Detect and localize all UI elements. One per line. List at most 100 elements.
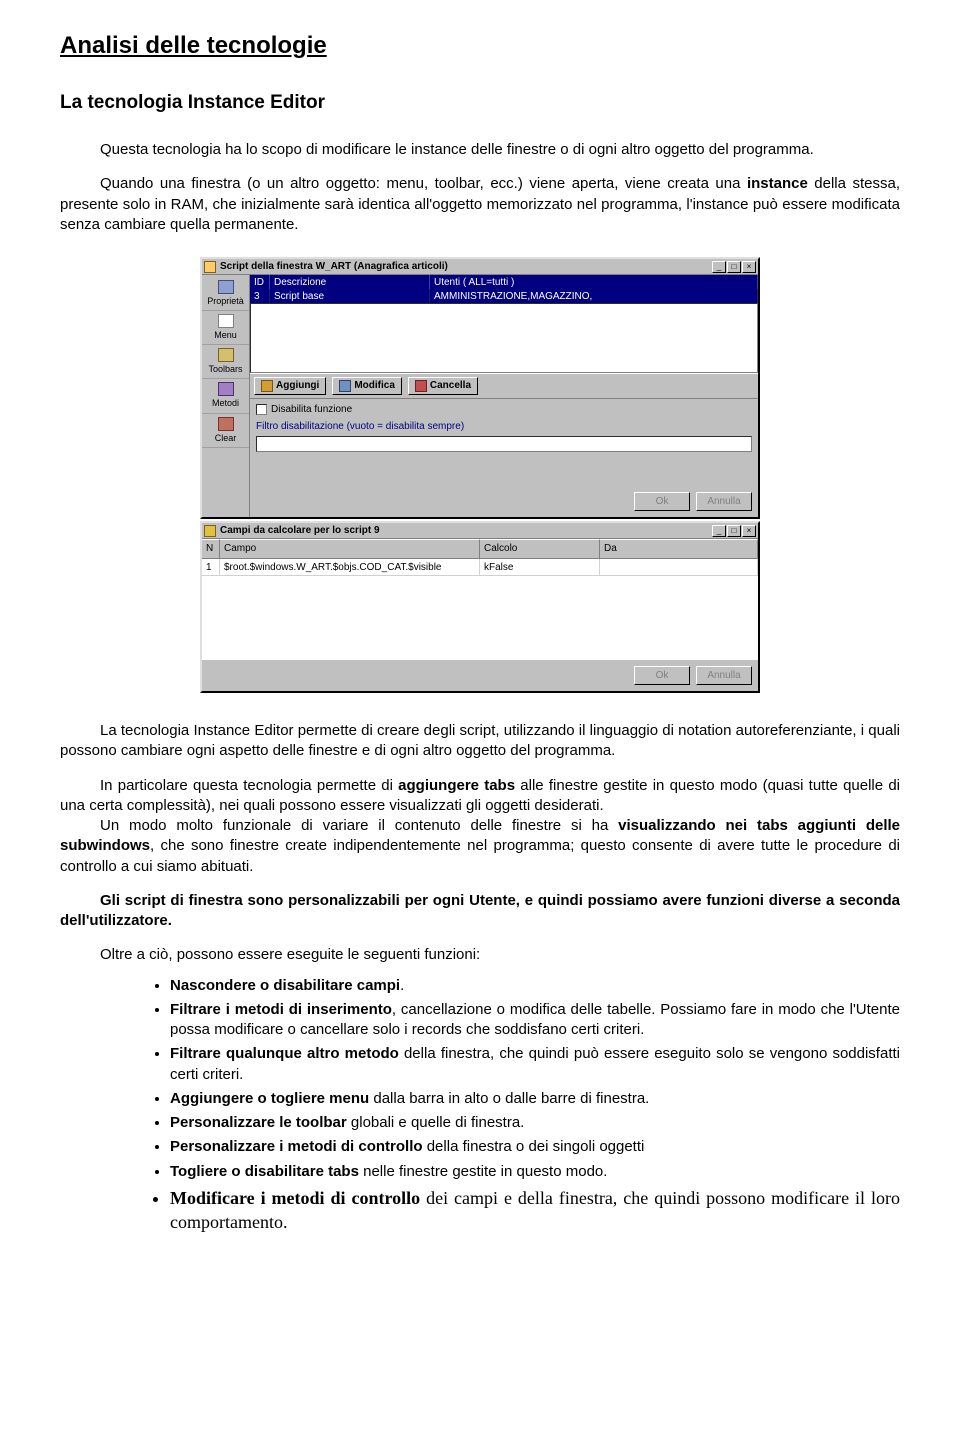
- properties-icon: [218, 280, 234, 294]
- li-rest: della finestra o dei singoli oggetti: [423, 1138, 645, 1155]
- cell-da: [600, 559, 758, 575]
- cell-n: 1: [202, 559, 220, 575]
- sidebar-item-methods[interactable]: Metodi: [202, 379, 249, 413]
- close-button[interactable]: ×: [742, 261, 756, 273]
- add-button[interactable]: Aggiungi: [254, 377, 326, 395]
- sidebar-label: Clear: [215, 432, 237, 444]
- p2-b: instance: [747, 175, 808, 192]
- bullet-list: Nascondere o disabilitare campi. Filtrar…: [170, 976, 900, 1235]
- li-strong: Togliere o disabilitare tabs: [170, 1163, 359, 1180]
- minimize-button[interactable]: _: [712, 261, 726, 273]
- ok-button[interactable]: Ok: [634, 492, 690, 512]
- disable-label: Disabilita funzione: [271, 403, 352, 417]
- disable-checkbox[interactable]: [256, 404, 267, 415]
- window-icon: [204, 525, 216, 537]
- sidebar-label: Toolbars: [208, 363, 242, 375]
- clear-icon: [218, 417, 234, 431]
- li-strong: Nascondere o disabilitare campi: [170, 977, 400, 994]
- window-title-1: Script della finestra W_ART (Anagrafica …: [220, 260, 712, 274]
- sidebar-label: Metodi: [212, 397, 239, 409]
- list-item: Personalizzare i metodi di controllo del…: [170, 1137, 900, 1157]
- sidebar-item-clear[interactable]: Clear: [202, 414, 249, 448]
- sidebar-item-toolbars[interactable]: Toolbars: [202, 345, 249, 379]
- col-campo: Campo: [220, 539, 480, 558]
- main-pane: ID Descrizione Utenti ( ALL=tutti ) 3 Sc…: [250, 275, 758, 517]
- paragraph-1: Questa tecnologia ha lo scopo di modific…: [60, 140, 900, 160]
- filter-input[interactable]: [256, 436, 752, 452]
- cell-calcolo: kFalse: [480, 559, 600, 575]
- li-strong: Filtrare qualunque altro metodo: [170, 1045, 399, 1062]
- paragraph-2: Quando una finestra (o un altro oggetto:…: [60, 174, 900, 235]
- li-strong: Modificare i metodi di controllo: [170, 1188, 420, 1208]
- delete-label: Cancella: [430, 379, 471, 393]
- cell-campo: $root.$windows.W_ART.$objs.COD_CAT.$visi…: [220, 559, 480, 575]
- list-item: Togliere o disabilitare tabs nelle fines…: [170, 1162, 900, 1182]
- paragraph-5: Un modo molto funzionale di variare il c…: [60, 816, 900, 877]
- sidebar-item-properties[interactable]: Proprietà: [202, 277, 249, 311]
- minimize-button[interactable]: _: [712, 525, 726, 537]
- p6-bold: Gli script di finestra sono personalizza…: [60, 892, 900, 929]
- grid-row[interactable]: 3 Script base AMMINISTRAZIONE,MAGAZZINO,: [250, 289, 758, 303]
- edit-icon: [339, 380, 351, 392]
- list-item-last: Modificare i metodi di controllo dei cam…: [170, 1186, 900, 1235]
- paragraph-6: Gli script di finestra sono personalizza…: [60, 891, 900, 932]
- sidebar-label: Proprietà: [207, 295, 244, 307]
- grid-body[interactable]: [250, 303, 758, 373]
- list-item: Aggiungere o togliere menu dalla barra i…: [170, 1089, 900, 1109]
- grid2-body[interactable]: [202, 575, 758, 660]
- edit-label: Modifica: [354, 379, 395, 393]
- p5-a: Un modo molto funzionale di variare il c…: [100, 817, 618, 834]
- paragraph-4: In particolare questa tecnologia permett…: [60, 776, 900, 817]
- window-fields-calc: Campi da calcolare per lo script 9 _ □ ×…: [200, 521, 760, 693]
- li-strong: Personalizzare i metodi di controllo: [170, 1138, 423, 1155]
- li-rest: .: [400, 977, 404, 994]
- sidebar: Proprietà Menu Toolbars Metodi Clear: [202, 275, 250, 517]
- grid-header: ID Descrizione Utenti ( ALL=tutti ): [250, 275, 758, 289]
- close-button[interactable]: ×: [742, 525, 756, 537]
- col-n: N: [202, 539, 220, 558]
- cell-users: AMMINISTRAZIONE,MAGAZZINO,: [430, 289, 758, 303]
- delete-button[interactable]: Cancella: [408, 377, 478, 395]
- p2-a: Quando una finestra (o un altro oggetto:…: [100, 175, 747, 192]
- edit-button[interactable]: Modifica: [332, 377, 402, 395]
- toolbars-icon: [218, 348, 234, 362]
- p4-a: In particolare questa tecnologia permett…: [100, 777, 398, 794]
- grid2-header: N Campo Calcolo Da: [202, 539, 758, 559]
- li-strong: Aggiungere o togliere menu: [170, 1090, 369, 1107]
- li-rest: globali e quelle di finestra.: [347, 1114, 525, 1131]
- sidebar-item-menu[interactable]: Menu: [202, 311, 249, 345]
- p4-b: aggiungere tabs: [398, 777, 515, 794]
- col-desc: Descrizione: [270, 275, 430, 289]
- col-id: ID: [250, 275, 270, 289]
- col-da: Da: [600, 539, 758, 558]
- list-item: Personalizzare le toolbar globali e quel…: [170, 1113, 900, 1133]
- filter-label: Filtro disabilitazione (vuoto = disabili…: [256, 420, 752, 434]
- maximize-button[interactable]: □: [727, 525, 741, 537]
- add-icon: [261, 380, 273, 392]
- page-title: Analisi delle tecnologie: [60, 30, 900, 62]
- grid2-row[interactable]: 1 $root.$windows.W_ART.$objs.COD_CAT.$vi…: [202, 559, 758, 575]
- li-strong: Filtrare i metodi di inserimento: [170, 1001, 392, 1018]
- list-item: Filtrare i metodi di inserimento, cancel…: [170, 1000, 900, 1041]
- window-icon: [204, 261, 216, 273]
- titlebar-2: Campi da calcolare per lo script 9 _ □ ×: [202, 523, 758, 539]
- li-rest: nelle finestre gestite in questo modo.: [359, 1163, 607, 1180]
- paragraph-3: La tecnologia Instance Editor permette d…: [60, 721, 900, 762]
- sidebar-label: Menu: [214, 329, 237, 341]
- ok-button-2[interactable]: Ok: [634, 666, 690, 686]
- delete-icon: [415, 380, 427, 392]
- maximize-button[interactable]: □: [727, 261, 741, 273]
- list-item: Filtrare qualunque altro metodo della fi…: [170, 1044, 900, 1085]
- col-calcolo: Calcolo: [480, 539, 600, 558]
- add-label: Aggiungi: [276, 379, 319, 393]
- list-item: Nascondere o disabilitare campi.: [170, 976, 900, 996]
- titlebar-1: Script della finestra W_ART (Anagrafica …: [202, 259, 758, 275]
- toolbar: Aggiungi Modifica Cancella: [250, 373, 758, 399]
- menu-icon: [218, 314, 234, 328]
- cancel-button[interactable]: Annulla: [696, 492, 752, 512]
- cancel-button-2[interactable]: Annulla: [696, 666, 752, 686]
- form-area: Disabilita funzione Filtro disabilitazio…: [250, 399, 758, 456]
- li-rest: dalla barra in alto o dalle barre di fin…: [369, 1090, 649, 1107]
- window-title-2: Campi da calcolare per lo script 9: [220, 524, 712, 538]
- methods-icon: [218, 382, 234, 396]
